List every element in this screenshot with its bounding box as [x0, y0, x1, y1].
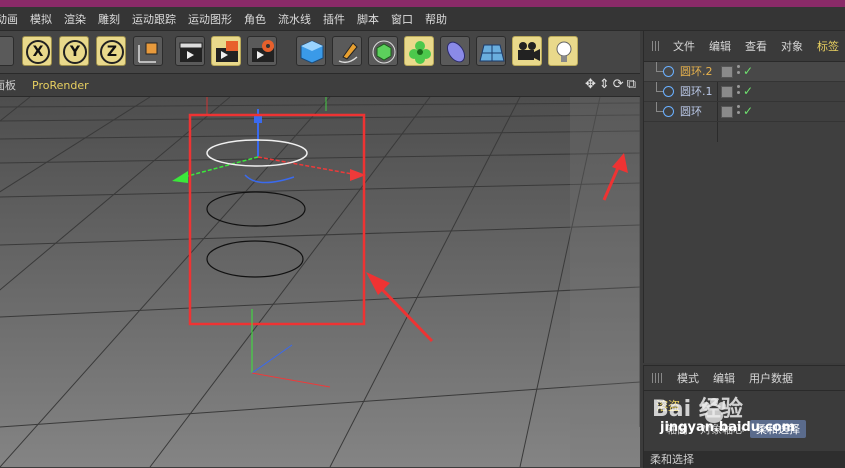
- tab-object[interactable]: 对象: [774, 38, 810, 54]
- axis-y-button[interactable]: Y: [59, 36, 89, 66]
- render-view-button[interactable]: [175, 36, 205, 66]
- menu-pipeline[interactable]: 流水线: [272, 11, 317, 27]
- menu-script[interactable]: 脚本: [351, 11, 385, 27]
- torus-ring[interactable]: [206, 240, 304, 278]
- clapper-render-icon: [216, 41, 238, 62]
- watermark-url: jingyan.baidu.com: [660, 420, 796, 435]
- tab-attr-edit[interactable]: 编辑: [706, 370, 742, 386]
- object-manager: 文件 编辑 查看 对象 标签 圆环.2 ✓ 圆环.1 ✓ 圆环 ✓: [643, 31, 845, 363]
- menu-simulate[interactable]: 模拟: [24, 11, 58, 27]
- tag-icon[interactable]: [721, 66, 733, 78]
- floor-grid: [0, 97, 640, 467]
- object-name: 圆环.2: [680, 65, 713, 78]
- cloner-button[interactable]: [404, 36, 434, 66]
- cube-icon: [300, 40, 324, 64]
- tag-icon[interactable]: [721, 106, 733, 118]
- tab-user-data[interactable]: 用户数据: [742, 370, 800, 386]
- pen-icon: [338, 42, 358, 64]
- clapper-icon: [179, 42, 203, 62]
- axis-z-label: Z: [100, 40, 124, 64]
- object-list: 圆环.2 ✓ 圆环.1 ✓ 圆环 ✓: [644, 62, 845, 142]
- menu-plugins[interactable]: 插件: [317, 11, 351, 27]
- light-button[interactable]: [548, 36, 578, 66]
- tab-edit[interactable]: 编辑: [702, 38, 738, 54]
- menu-motion-tracking[interactable]: 运动跟踪: [126, 11, 182, 27]
- axis-y-label: Y: [63, 40, 87, 64]
- panel-grip-icon[interactable]: [652, 41, 660, 51]
- floor-button[interactable]: [476, 36, 506, 66]
- deformer-button[interactable]: [440, 36, 470, 66]
- torus-icon: [663, 106, 674, 117]
- rotate-view-icon[interactable]: ⟳: [613, 77, 624, 93]
- cloner-flower-icon: [409, 41, 431, 64]
- enabled-check-icon[interactable]: ✓: [743, 82, 753, 101]
- coordinate-icon: [138, 42, 158, 63]
- deformer-icon: [446, 41, 466, 63]
- soft-selection-section[interactable]: 柔和选择: [644, 451, 845, 468]
- enabled-check-icon[interactable]: ✓: [743, 62, 753, 81]
- annotation-arrow-main: [366, 272, 434, 343]
- attribute-manager-tabs: 模式 编辑 用户数据: [644, 366, 845, 391]
- axis-x-button[interactable]: X: [22, 36, 52, 66]
- menu-bar: 动画 模拟 渲染 雕刻 运动跟踪 运动图形 角色 流水线 插件 脚本 窗口 帮助: [0, 7, 845, 31]
- torus-icon: [663, 66, 674, 77]
- object-row-torus[interactable]: 圆环 ✓: [644, 102, 845, 122]
- subdivision-cube-icon: [372, 40, 396, 64]
- viewport-scene: [0, 97, 640, 467]
- menu-mograph[interactable]: 运动图形: [182, 11, 238, 27]
- tab-file[interactable]: 文件: [666, 38, 702, 54]
- viewport-panel-menu[interactable]: 面板: [0, 77, 24, 93]
- light-bulb-icon: [556, 41, 572, 62]
- menu-sculpt[interactable]: 雕刻: [92, 11, 126, 27]
- clapper-gear-icon: [252, 40, 274, 62]
- tag-icon[interactable]: [721, 86, 733, 98]
- visibility-dots-icon[interactable]: [737, 105, 741, 117]
- menu-character[interactable]: 角色: [238, 11, 272, 27]
- menu-window[interactable]: 窗口: [385, 11, 419, 27]
- object-name: 圆环: [680, 105, 702, 118]
- render-settings-button[interactable]: [247, 36, 277, 66]
- move-gizmo[interactable]: [172, 109, 366, 184]
- coordinate-system-button[interactable]: [133, 36, 163, 66]
- axis-z-button[interactable]: Z: [96, 36, 126, 66]
- viewport-header: 面板 ProRender ✥ ⇕ ⟳ ⧉: [0, 74, 640, 97]
- object-name: 圆环.1: [680, 85, 713, 98]
- main-toolbar: X Y Z: [0, 31, 640, 74]
- menu-render[interactable]: 渲染: [58, 11, 92, 27]
- menu-help[interactable]: 帮助: [419, 11, 453, 27]
- watermark-brand: Bai 经验: [652, 396, 743, 422]
- 3d-viewport[interactable]: [0, 97, 640, 467]
- pen-tool-button[interactable]: [332, 36, 362, 66]
- torus-1-ring[interactable]: [206, 191, 306, 227]
- tab-view[interactable]: 查看: [738, 38, 774, 54]
- move-view-icon[interactable]: ✥: [585, 77, 596, 93]
- object-row-torus-1[interactable]: 圆环.1 ✓: [644, 82, 845, 102]
- visibility-dots-icon[interactable]: [737, 85, 741, 97]
- torus-icon: [663, 86, 674, 97]
- tab-mode[interactable]: 模式: [670, 370, 706, 386]
- object-manager-tabs: 文件 编辑 查看 对象 标签: [644, 31, 845, 62]
- dolly-view-icon[interactable]: ⇕: [599, 77, 610, 93]
- floor-grid-icon: [479, 44, 505, 62]
- viewport-prorender-menu[interactable]: ProRender: [24, 79, 97, 92]
- camera-icon: [518, 42, 540, 61]
- maximize-view-icon[interactable]: ⧉: [627, 77, 636, 93]
- previous-tool-button[interactable]: [0, 36, 14, 66]
- cube-button[interactable]: [296, 36, 326, 66]
- render-picture-viewer-button[interactable]: [211, 36, 241, 66]
- panel-grip-icon[interactable]: [652, 373, 664, 383]
- enabled-check-icon[interactable]: ✓: [743, 102, 753, 121]
- object-row-torus-2[interactable]: 圆环.2 ✓: [644, 62, 845, 82]
- menu-animation[interactable]: 动画: [0, 11, 24, 27]
- camera-button[interactable]: [512, 36, 542, 66]
- visibility-dots-icon[interactable]: [737, 65, 741, 77]
- axis-x-label: X: [26, 40, 50, 64]
- tab-tags[interactable]: 标签: [810, 38, 845, 54]
- title-bar: [0, 0, 845, 7]
- subdivision-button[interactable]: [368, 36, 398, 66]
- viewport-navigation: ✥ ⇕ ⟳ ⧉: [585, 77, 636, 93]
- world-axis: [251, 309, 331, 388]
